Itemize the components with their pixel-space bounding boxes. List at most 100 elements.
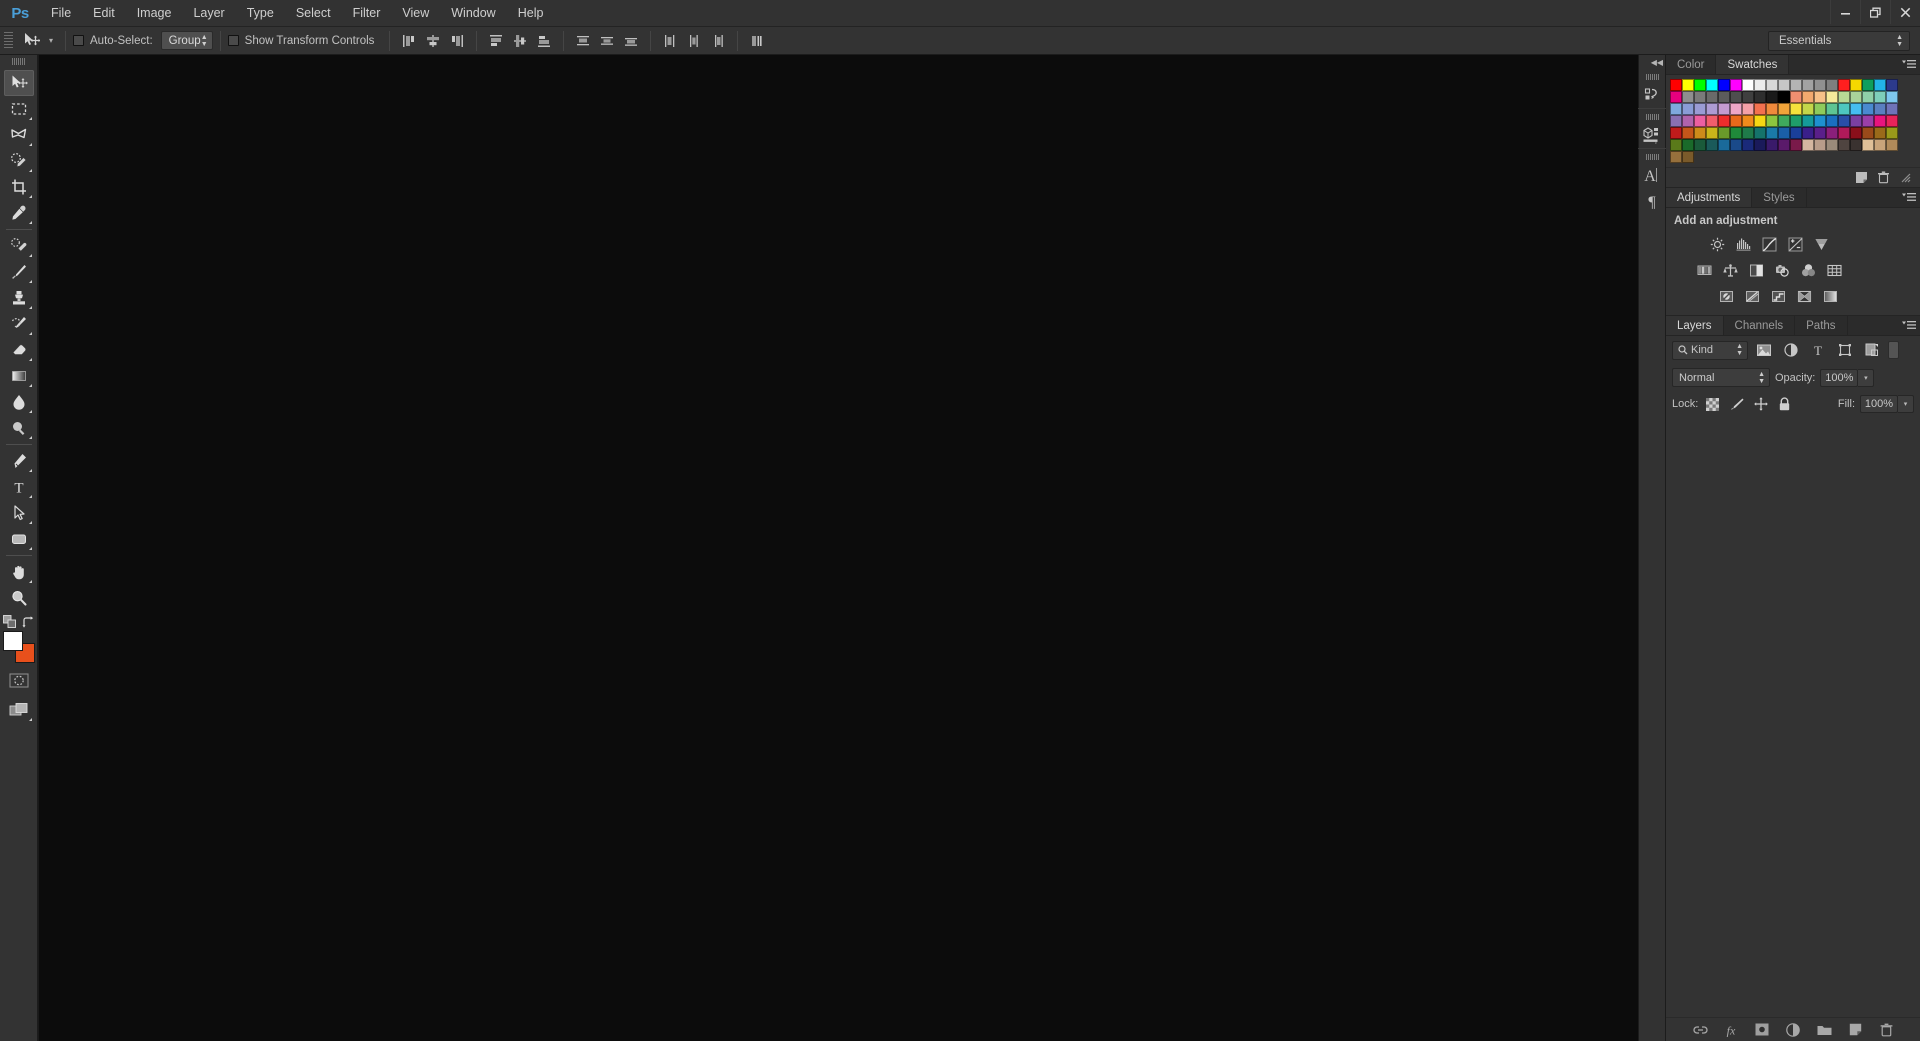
color-swatch[interactable] — [1886, 127, 1898, 139]
color-swatch[interactable] — [1694, 91, 1706, 103]
color-swatch[interactable] — [1850, 139, 1862, 151]
add-layer-mask-icon[interactable] — [1752, 1020, 1772, 1040]
foreground-color-swatch[interactable] — [2, 631, 23, 651]
color-swatch[interactable] — [1826, 91, 1838, 103]
color-swatch[interactable] — [1670, 103, 1682, 115]
color-swatch[interactable] — [1790, 79, 1802, 91]
zoom-tool[interactable] — [4, 585, 34, 611]
tools-panel-grip[interactable] — [12, 58, 25, 65]
delete-layer-icon[interactable] — [1876, 1020, 1896, 1040]
color-swatch[interactable] — [1862, 79, 1874, 91]
color-swatch[interactable] — [1838, 115, 1850, 127]
color-swatch[interactable] — [1874, 103, 1886, 115]
exposure-adjustment-icon[interactable] — [1782, 233, 1808, 255]
filter-type-layers-icon[interactable]: T — [1807, 340, 1829, 360]
color-swatch[interactable] — [1694, 103, 1706, 115]
edit-in-quick-mask-mode-icon[interactable] — [4, 667, 34, 693]
menu-edit[interactable]: Edit — [82, 0, 126, 27]
show-transform-checkbox[interactable] — [227, 35, 239, 46]
layers-panel-menu-icon[interactable] — [1898, 316, 1920, 335]
color-swatch[interactable] — [1874, 139, 1886, 151]
lock-all-icon[interactable] — [1775, 395, 1794, 413]
auto-align-layers-icon[interactable] — [745, 30, 769, 52]
color-swatch[interactable] — [1874, 91, 1886, 103]
hue-saturation-adjustment-icon[interactable] — [1691, 259, 1717, 281]
menu-help[interactable]: Help — [507, 0, 555, 27]
new-layer-icon[interactable] — [1845, 1020, 1865, 1040]
color-swatch[interactable] — [1730, 115, 1742, 127]
color-swatch[interactable] — [1766, 127, 1778, 139]
properties-3d-panel-icon[interactable] — [1638, 122, 1666, 148]
default-foreground-background-icon[interactable] — [2, 615, 17, 629]
color-swatch[interactable] — [1790, 139, 1802, 151]
dock-group-grip-3[interactable] — [1645, 154, 1659, 160]
color-swatch[interactable] — [1778, 115, 1790, 127]
selective-color-adjustment-icon[interactable] — [1791, 285, 1817, 307]
color-swatch[interactable] — [1682, 91, 1694, 103]
color-swatch[interactable] — [1862, 91, 1874, 103]
color-swatch[interactable] — [1694, 115, 1706, 127]
color-swatch[interactable] — [1778, 79, 1790, 91]
color-swatch[interactable] — [1802, 79, 1814, 91]
swap-foreground-background-icon[interactable] — [22, 615, 35, 629]
menu-type[interactable]: Type — [236, 0, 285, 27]
new-swatch-icon[interactable] — [1850, 169, 1872, 187]
color-swatch[interactable] — [1814, 115, 1826, 127]
black-white-adjustment-icon[interactable] — [1743, 259, 1769, 281]
color-swatch[interactable] — [1766, 79, 1778, 91]
fill-value[interactable]: 100% — [1860, 395, 1898, 413]
color-swatch[interactable] — [1706, 103, 1718, 115]
color-swatch[interactable] — [1790, 103, 1802, 115]
color-swatch[interactable] — [1826, 79, 1838, 91]
color-swatch[interactable] — [1754, 139, 1766, 151]
gradient-map-adjustment-icon[interactable] — [1817, 285, 1843, 307]
curves-adjustment-icon[interactable] — [1756, 233, 1782, 255]
tab-layers[interactable]: Layers — [1666, 316, 1724, 335]
color-swatch[interactable] — [1814, 91, 1826, 103]
color-swatch[interactable] — [1670, 115, 1682, 127]
color-swatch[interactable] — [1826, 127, 1838, 139]
color-swatch[interactable] — [1718, 103, 1730, 115]
auto-select-checkbox[interactable] — [73, 35, 84, 46]
new-group-icon[interactable] — [1814, 1020, 1834, 1040]
auto-select-scope-dropdown[interactable]: Group ▲ ▼ — [160, 31, 213, 50]
levels-adjustment-icon[interactable] — [1730, 233, 1756, 255]
filter-pixel-layers-icon[interactable] — [1753, 340, 1775, 360]
color-swatch[interactable] — [1850, 127, 1862, 139]
color-swatch[interactable] — [1754, 115, 1766, 127]
color-swatch[interactable] — [1766, 103, 1778, 115]
distribute-top-edges-icon[interactable] — [571, 30, 595, 52]
minimize-button[interactable] — [1830, 0, 1860, 24]
quick-selection-tool[interactable] — [4, 148, 34, 174]
menu-select[interactable]: Select — [285, 0, 342, 27]
color-swatch[interactable] — [1862, 139, 1874, 151]
color-swatch[interactable] — [1790, 115, 1802, 127]
layer-filter-kind-dropdown[interactable]: Kind ▲ ▼ — [1672, 340, 1748, 360]
menu-view[interactable]: View — [391, 0, 440, 27]
color-swatch[interactable] — [1682, 139, 1694, 151]
color-swatch[interactable] — [1706, 79, 1718, 91]
color-swatch[interactable] — [1814, 103, 1826, 115]
new-fill-adjustment-layer-icon[interactable] — [1783, 1020, 1803, 1040]
color-swatch[interactable] — [1886, 91, 1898, 103]
filter-smart-object-layers-icon[interactable] — [1861, 340, 1883, 360]
color-swatch[interactable] — [1694, 127, 1706, 139]
color-swatch[interactable] — [1886, 115, 1898, 127]
menu-layer[interactable]: Layer — [182, 0, 235, 27]
color-swatch[interactable] — [1766, 139, 1778, 151]
adjustments-panel-menu-icon[interactable] — [1898, 188, 1920, 207]
color-swatch[interactable] — [1874, 115, 1886, 127]
resize-grip-icon[interactable] — [1894, 169, 1916, 187]
color-swatch[interactable] — [1706, 139, 1718, 151]
menu-window[interactable]: Window — [440, 0, 506, 27]
color-balance-adjustment-icon[interactable] — [1717, 259, 1743, 281]
dock-group-grip-1[interactable] — [1645, 74, 1659, 80]
color-swatch[interactable] — [1886, 79, 1898, 91]
color-swatch[interactable] — [1742, 103, 1754, 115]
color-swatch[interactable] — [1706, 127, 1718, 139]
distribute-bottom-edges-icon[interactable] — [619, 30, 643, 52]
color-swatch[interactable] — [1790, 91, 1802, 103]
color-swatch[interactable] — [1790, 127, 1802, 139]
distribute-horizontal-centers-icon[interactable] — [682, 30, 706, 52]
tab-channels[interactable]: Channels — [1723, 316, 1796, 335]
